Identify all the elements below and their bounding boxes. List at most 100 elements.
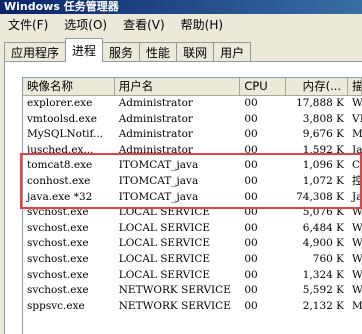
cell-cpu: 00 xyxy=(244,237,258,250)
cell-mem: 1,096 K xyxy=(302,159,345,172)
cell-mem: 3,808 K xyxy=(302,112,345,125)
cell-desc: Wi xyxy=(352,237,362,250)
cell-user: ITOMCAT_java xyxy=(118,190,199,203)
tab-applications[interactable]: 应用程序 xyxy=(4,42,67,62)
cell-user: LOCAL SERVICE xyxy=(118,237,211,250)
process-row[interactable]: conhost.exe ITOMCAT_java 00 1,072 K 控 xyxy=(23,174,362,190)
cell-desc: Co xyxy=(352,159,362,172)
cell-mem: 1,592 K xyxy=(302,143,345,156)
process-row[interactable]: vmtoolsd.exe Administrator 00 3,808 K VM xyxy=(23,112,362,128)
cell-mem: 17,888 K xyxy=(296,97,345,109)
column-header-row: 映像名称 用户名 CPU 内存(... 描 xyxy=(23,78,362,96)
cell-mem: 6,484 K xyxy=(302,221,345,234)
cell-cpu: 00 xyxy=(244,221,258,234)
cell-desc: Wi xyxy=(352,97,362,109)
cell-cpu: 00 xyxy=(244,174,258,187)
tab-processes[interactable]: 进程 xyxy=(65,38,104,62)
process-row[interactable]: svchost.exe NETWORK SERVICE 00 5,592 K Wi xyxy=(23,283,362,299)
cell-image: sppsvc.exe xyxy=(27,299,85,312)
cell-image: explorer.exe xyxy=(27,97,93,109)
cell-mem: 9,676 K xyxy=(302,128,345,141)
cell-cpu: 00 xyxy=(244,97,258,109)
cell-image: svchost.exe xyxy=(27,268,89,281)
cell-user: Administrator xyxy=(118,112,193,125)
tab-networking[interactable]: 联网 xyxy=(176,42,215,62)
cell-image: jusched.ex... xyxy=(27,143,94,156)
column-memory[interactable]: 内存(... xyxy=(286,78,349,95)
cell-image: vmtoolsd.exe xyxy=(27,112,97,125)
tab-performance[interactable]: 性能 xyxy=(139,42,178,62)
cell-image: tomcat8.exe xyxy=(27,159,93,172)
process-row[interactable]: svchost.exe LOCAL SERVICE 00 1,324 K Wi xyxy=(23,268,362,284)
cell-user: ITOMCAT_java xyxy=(118,159,199,172)
cell-image: svchost.exe xyxy=(27,221,89,234)
cell-desc: Wi xyxy=(352,268,362,281)
cell-cpu: 00 xyxy=(244,143,258,156)
cell-cpu: 00 xyxy=(244,190,258,203)
cell-cpu: 00 xyxy=(244,128,258,141)
cell-user: ITOMCAT_java xyxy=(118,174,199,187)
cell-mem: 74,308 K xyxy=(296,190,345,203)
column-cpu[interactable]: CPU xyxy=(240,78,287,95)
cell-cpu: 00 xyxy=(244,268,258,281)
cell-user: NETWORK SERVICE xyxy=(118,284,231,297)
menu-bar: 文件(F) 选项(O) 查看(V) 帮助(H) xyxy=(0,14,362,34)
cell-mem: 1,072 K xyxy=(302,174,345,187)
cell-desc: 控 xyxy=(352,174,362,187)
cell-mem: 5,076 K xyxy=(302,206,345,219)
cell-image: svchost.exe xyxy=(27,252,89,265)
menu-file[interactable]: 文件(F) xyxy=(0,16,56,33)
process-row[interactable]: svchost.exe LOCAL SERVICE 00 760 K Wi xyxy=(23,252,362,268)
cell-cpu: 00 xyxy=(244,159,258,172)
process-rows: explorer.exe Administrator 00 17,888 K Wi vmt… xyxy=(23,96,362,314)
cell-cpu: 00 xyxy=(244,206,258,219)
cell-cpu: 00 xyxy=(244,112,258,125)
cell-mem: 5,592 K xyxy=(302,284,345,297)
process-row[interactable]: explorer.exe Administrator 00 17,888 K Wi xyxy=(23,96,362,112)
tab-strip: 应用程序 进程 服务 性能 联网 用户 xyxy=(4,38,252,62)
cell-user: LOCAL SERVICE xyxy=(118,206,211,219)
cell-image: conhost.exe xyxy=(27,174,91,187)
process-row[interactable]: MySQLNotif... Administrator 00 9,676 K My xyxy=(23,127,362,143)
tab-users[interactable]: 用户 xyxy=(213,42,252,62)
cell-desc: Ja xyxy=(352,143,362,156)
cell-image: svchost.exe xyxy=(27,284,89,297)
cell-mem: 1,324 K xyxy=(302,268,345,281)
cell-mem: 4,900 K xyxy=(302,237,345,250)
menu-options[interactable]: 选项(O) xyxy=(56,16,115,33)
cell-desc: Wi xyxy=(352,252,362,265)
cell-image: MySQLNotif... xyxy=(27,128,104,141)
cell-cpu: 00 xyxy=(244,252,258,265)
cell-user: LOCAL SERVICE xyxy=(118,252,211,265)
cell-user: LOCAL SERVICE xyxy=(118,221,211,234)
process-row[interactable]: svchost.exe LOCAL SERVICE 00 4,900 K Wi xyxy=(23,236,362,252)
process-row[interactable]: svchost.exe LOCAL SERVICE 00 5,076 K Wi xyxy=(23,205,362,221)
cell-mem: 2,132 K xyxy=(302,299,345,312)
column-user-name[interactable]: 用户名 xyxy=(115,78,241,95)
window-title: Windows 任务管理器 xyxy=(0,0,362,14)
cell-desc: My xyxy=(352,128,362,141)
cell-user: Administrator xyxy=(118,143,193,156)
column-description[interactable]: 描 xyxy=(348,78,362,95)
cell-cpu: 00 xyxy=(244,284,258,297)
tab-services[interactable]: 服务 xyxy=(102,42,141,62)
menu-help[interactable]: 帮助(H) xyxy=(173,16,231,33)
cell-user: Administrator xyxy=(118,97,193,109)
process-row[interactable]: tomcat8.exe ITOMCAT_java 00 1,096 K Co xyxy=(23,158,362,174)
cell-desc: Mi xyxy=(352,299,362,312)
cell-image: svchost.exe xyxy=(27,206,89,219)
cell-mem: 760 K xyxy=(312,252,345,265)
cell-desc: Wi xyxy=(352,206,362,219)
process-row[interactable]: java.exe *32 ITOMCAT_java 00 74,308 K Ja xyxy=(23,190,362,206)
cell-desc: Ja xyxy=(352,190,362,203)
cell-image: svchost.exe xyxy=(27,237,89,250)
process-list[interactable]: 映像名称 用户名 CPU 内存(... 描 explorer.exe Admini… xyxy=(22,77,362,334)
menu-view[interactable]: 查看(V) xyxy=(115,16,173,33)
column-image-name[interactable]: 映像名称 xyxy=(23,78,115,95)
process-row[interactable]: jusched.ex... Administrator 00 1,592 K Ja xyxy=(23,143,362,159)
cell-cpu: 00 xyxy=(244,299,258,312)
cell-desc: VM xyxy=(352,112,362,125)
process-row[interactable]: svchost.exe LOCAL SERVICE 00 6,484 K Wi xyxy=(23,221,362,237)
cell-user: NETWORK SERVICE xyxy=(118,299,231,312)
process-row[interactable]: sppsvc.exe NETWORK SERVICE 00 2,132 K Mi xyxy=(23,299,362,315)
